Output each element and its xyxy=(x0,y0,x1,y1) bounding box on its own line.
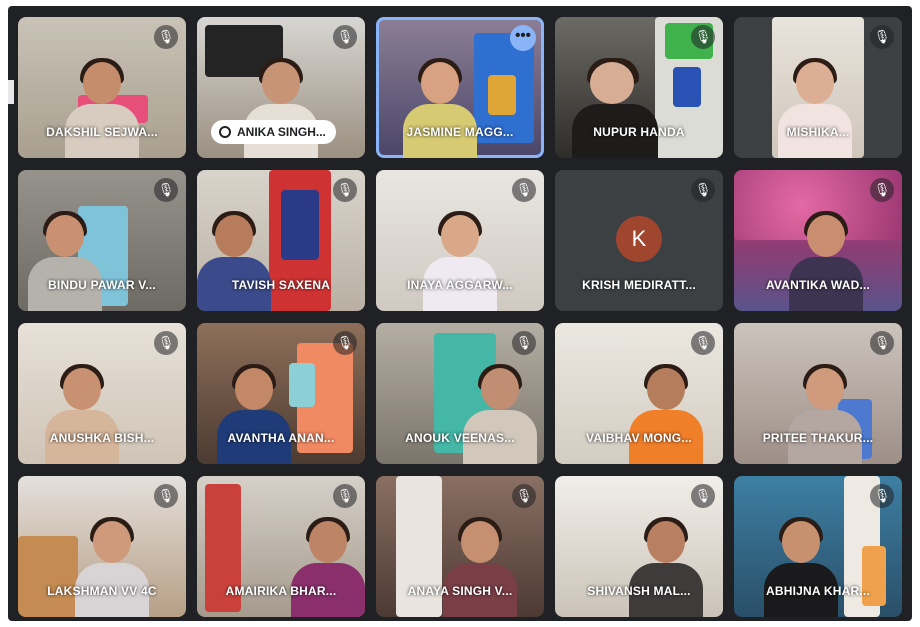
mic-muted-icon[interactable]: 🎙 xyxy=(154,331,178,355)
mic-muted-icon[interactable]: 🎙 xyxy=(691,178,715,202)
mic-muted-icon[interactable]: 🎙 xyxy=(154,25,178,49)
participant-name: AMAIRIKA BHAR... xyxy=(225,584,337,598)
mic-muted-icon[interactable]: 🎙 xyxy=(870,331,894,355)
participant-tile[interactable]: 🎙 SHIVANSH MAL... xyxy=(555,476,723,617)
participant-tile[interactable]: 🎙 MISHIKA... xyxy=(734,17,902,158)
participant-name: PRITEE THAKUR... xyxy=(762,431,874,445)
participant-name: AVANTIKA WAD... xyxy=(765,278,871,292)
mic-muted-icon[interactable]: 🎙 xyxy=(154,484,178,508)
participant-name: ABHIJNA KHAR... xyxy=(766,584,870,598)
participant-tile-camera-off[interactable]: K 🎙 KRISH MEDIRATT... xyxy=(555,170,723,311)
participant-name: ANUSHKA BISH... xyxy=(49,431,155,445)
participant-tile[interactable]: 🎙 ANUSHKA BISH... xyxy=(18,323,186,464)
mic-muted-icon[interactable]: 🎙 xyxy=(512,331,536,355)
more-options-icon[interactable]: ••• xyxy=(510,25,536,51)
mic-muted-icon[interactable]: 🎙 xyxy=(512,178,536,202)
participant-grid: 🎙 DAKSHIL SEJWA... 🎙 ANIKA SINGH... ••• … xyxy=(18,17,902,617)
mic-muted-icon[interactable]: 🎙 xyxy=(691,25,715,49)
participant-tile[interactable]: 🎙 TAVISH SAXENA xyxy=(197,170,365,311)
avatar-letter: K xyxy=(631,226,647,251)
mic-muted-icon xyxy=(219,126,231,138)
mic-muted-icon[interactable]: 🎙 xyxy=(870,178,894,202)
participant-name: TAVISH SAXENA xyxy=(231,278,331,292)
participant-tile[interactable]: 🎙 INAYA AGGARW... xyxy=(376,170,544,311)
participant-name: BINDU PAWAR V... xyxy=(48,278,156,292)
participant-tile[interactable]: 🎙 VAIBHAV MONG... xyxy=(555,323,723,464)
participant-tile[interactable]: 🎙 AVANTHA ANAN... xyxy=(197,323,365,464)
mic-muted-icon[interactable]: 🎙 xyxy=(333,178,357,202)
participant-name: ANIKA SINGH... xyxy=(237,125,326,139)
participant-tile[interactable]: 🎙 DAKSHIL SEJWA... xyxy=(18,17,186,158)
mic-muted-icon[interactable]: 🎙 xyxy=(691,331,715,355)
participant-name: DAKSHIL SEJWA... xyxy=(46,125,158,139)
participant-name: MISHIKA... xyxy=(786,125,850,139)
mic-muted-icon[interactable]: 🎙 xyxy=(870,25,894,49)
participant-avatar: K xyxy=(616,216,662,262)
mic-muted-icon[interactable]: 🎙 xyxy=(691,484,715,508)
participant-tile[interactable]: 🎙 BINDU PAWAR V... xyxy=(18,170,186,311)
participant-name: ANOUK VEENAS... xyxy=(405,431,515,445)
mic-muted-icon[interactable]: 🎙 xyxy=(154,178,178,202)
mic-muted-icon[interactable]: 🎙 xyxy=(333,331,357,355)
participant-name-pill: ANIKA SINGH... xyxy=(211,120,336,144)
participant-name: LAKSHMAN VV 4C xyxy=(47,584,157,598)
participant-tile[interactable]: 🎙 NUPUR HANDA xyxy=(555,17,723,158)
participant-tile[interactable]: 🎙 AMAIRIKA BHAR... xyxy=(197,476,365,617)
mic-muted-icon[interactable]: 🎙 xyxy=(333,25,357,49)
participant-name: NUPUR HANDA xyxy=(593,125,685,139)
participant-tile[interactable]: 🎙 PRITEE THAKUR... xyxy=(734,323,902,464)
meeting-stage: 🎙 DAKSHIL SEJWA... 🎙 ANIKA SINGH... ••• … xyxy=(8,6,912,621)
mic-muted-icon[interactable]: 🎙 xyxy=(870,484,894,508)
participant-name: JASMINE MAGG... xyxy=(406,125,514,139)
participant-name: KRISH MEDIRATT... xyxy=(582,278,696,292)
participant-tile[interactable]: 🎙 ANAYA SINGH V... xyxy=(376,476,544,617)
participant-tile[interactable]: 🎙 ANIKA SINGH... xyxy=(197,17,365,158)
participant-name: VAIBHAV MONG... xyxy=(586,431,692,445)
mic-muted-icon[interactable]: 🎙 xyxy=(333,484,357,508)
participant-tile-active-speaker[interactable]: ••• JASMINE MAGG... xyxy=(376,17,544,158)
participant-name: ANAYA SINGH V... xyxy=(407,584,513,598)
participant-tile[interactable]: 🎙 AVANTIKA WAD... xyxy=(734,170,902,311)
participant-name: AVANTHA ANAN... xyxy=(227,431,335,445)
mic-muted-icon[interactable]: 🎙 xyxy=(512,484,536,508)
participant-tile[interactable]: 🎙 ANOUK VEENAS... xyxy=(376,323,544,464)
participant-tile[interactable]: 🎙 ABHIJNA KHAR... xyxy=(734,476,902,617)
edge-marker xyxy=(8,80,14,104)
participant-name: INAYA AGGARW... xyxy=(407,278,513,292)
participant-tile[interactable]: 🎙 LAKSHMAN VV 4C xyxy=(18,476,186,617)
participant-name: SHIVANSH MAL... xyxy=(587,584,691,598)
